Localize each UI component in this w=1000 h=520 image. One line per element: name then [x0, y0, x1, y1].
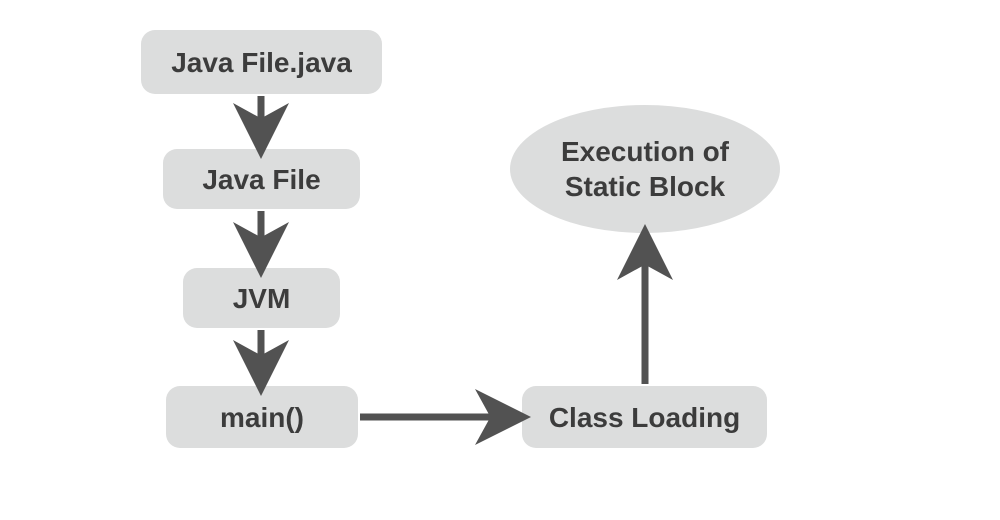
node-label: Execution of Static Block: [561, 134, 729, 204]
node-label: main(): [220, 400, 304, 435]
node-jvm: JVM: [183, 268, 340, 328]
node-label: Java File.java: [171, 45, 352, 80]
node-java-file: Java File: [163, 149, 360, 209]
node-class-loading: Class Loading: [522, 386, 767, 448]
node-main: main(): [166, 386, 358, 448]
node-java-file-java: Java File.java: [141, 30, 382, 94]
node-label: Class Loading: [549, 400, 740, 435]
node-execution-static-block: Execution of Static Block: [510, 105, 780, 233]
node-label: JVM: [233, 281, 291, 316]
diagram-canvas: Java File.java Java File JVM main() Clas…: [0, 0, 1000, 520]
node-label: Java File: [202, 162, 320, 197]
